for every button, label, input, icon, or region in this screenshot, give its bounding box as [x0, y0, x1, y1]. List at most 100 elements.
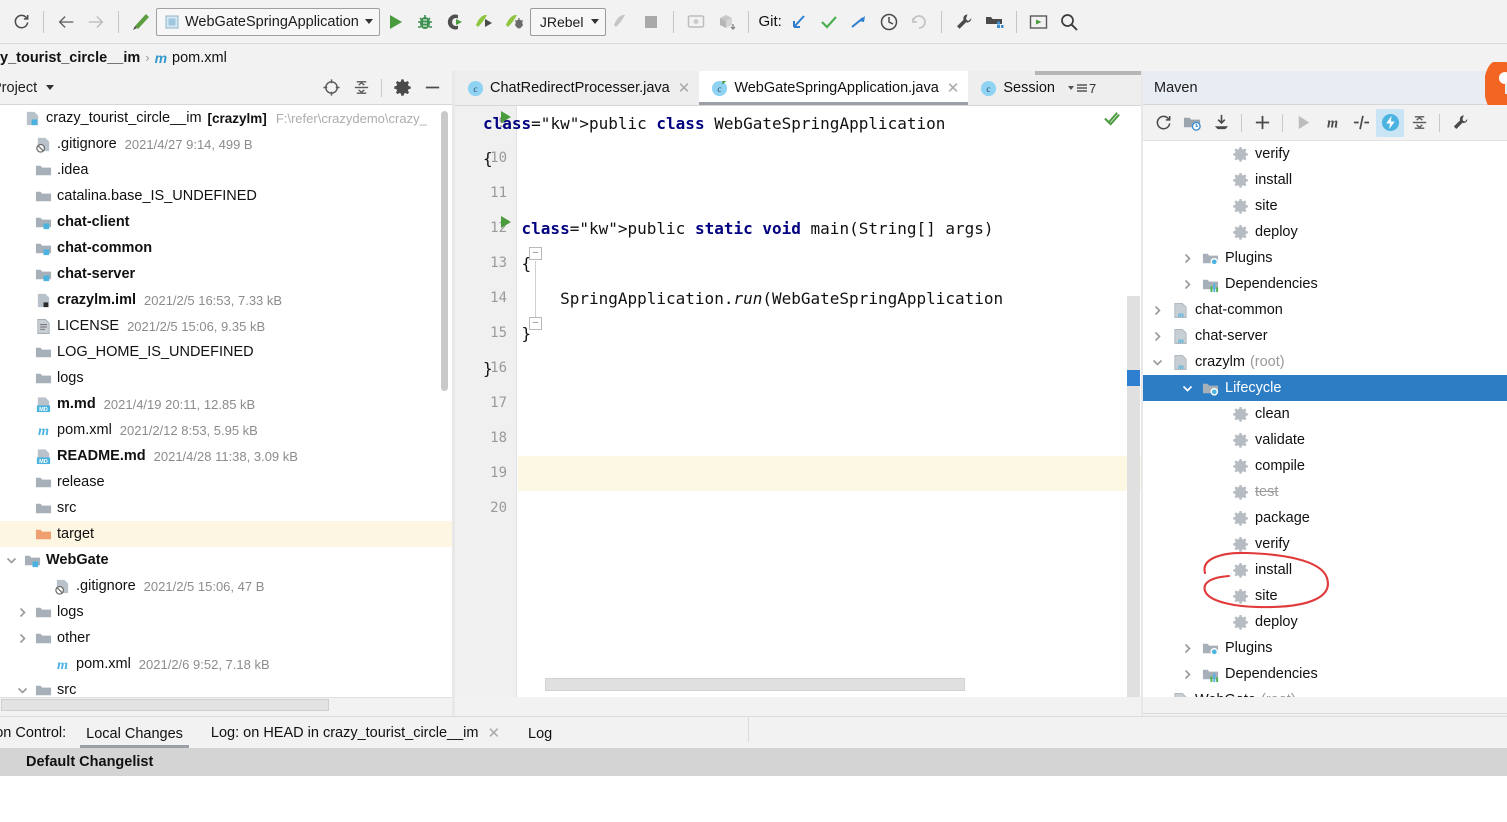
run-gutter-icon[interactable]: [501, 111, 511, 123]
editor-tab-webgatespringapplication[interactable]: c WebGateSpringApplication.java ✕: [699, 71, 969, 105]
maven-tree-item[interactable]: package: [1143, 505, 1507, 531]
jrebel-selector[interactable]: JRebel: [529, 7, 607, 36]
download-sources-icon[interactable]: [1207, 109, 1235, 137]
code-line[interactable]: class="kw">public static void main(Strin…: [483, 211, 994, 246]
project-panel-title[interactable]: Project: [0, 80, 37, 96]
project-structure-icon[interactable]: [979, 7, 1009, 37]
minimize-icon[interactable]: [418, 74, 446, 102]
maven-settings-icon[interactable]: [1446, 109, 1474, 137]
changelist-row[interactable]: Default Changelist: [0, 748, 1507, 776]
update-application-icon[interactable]: [681, 7, 711, 37]
tree-item[interactable]: LOG_HOME_IS_UNDEFINED: [0, 339, 452, 365]
tree-item[interactable]: chat-client: [0, 209, 452, 235]
maven-tree-item[interactable]: install: [1143, 167, 1507, 193]
tree-item[interactable]: target: [0, 521, 452, 547]
project-tree-horizontal-scrollbar[interactable]: [0, 697, 452, 712]
code-line[interactable]: }: [483, 351, 493, 386]
jrebel-run-icon[interactable]: [470, 7, 500, 37]
chevron-right-icon[interactable]: [1175, 643, 1199, 654]
code-line[interactable]: }: [483, 316, 532, 351]
fold-close-icon[interactable]: −: [529, 317, 542, 330]
tree-item[interactable]: chat-server: [0, 261, 452, 287]
chevron-down-icon[interactable]: [11, 685, 33, 696]
collapse-all-icon[interactable]: [1405, 109, 1433, 137]
close-icon[interactable]: ✕: [947, 79, 960, 97]
wrench-settings-icon[interactable]: [949, 7, 979, 37]
vcs-tab-local-changes[interactable]: Local Changes: [72, 726, 197, 748]
debug-icon[interactable]: [410, 7, 440, 37]
code-line[interactable]: SpringApplication.run(WebGateSpringAppli…: [483, 281, 1003, 316]
stop-icon[interactable]: [636, 7, 666, 37]
maven-tree-item[interactable]: clean: [1143, 401, 1507, 427]
scroll-thumb[interactable]: [1, 699, 329, 711]
close-icon[interactable]: ✕: [678, 79, 691, 97]
tree-item[interactable]: catalina.base_IS_UNDEFINED: [0, 183, 452, 209]
code-editor[interactable]: 9 10 11 12 13 14 15 16 17 18 19 20 class="kw">publi…: [455, 106, 1141, 697]
execute-maven-goal-icon[interactable]: m: [1318, 109, 1346, 137]
maven-tree-item[interactable]: validate: [1143, 427, 1507, 453]
add-maven-project-icon[interactable]: [1248, 109, 1276, 137]
chevron-right-icon[interactable]: [1145, 331, 1169, 342]
breadcrumb[interactable]: y_tourist_circle__im › m pom.xml: [0, 44, 452, 71]
tree-item[interactable]: crazy_tourist_circle__im [crazylm] F:\refe…: [0, 105, 452, 131]
toggle-skip-tests-icon[interactable]: [1376, 108, 1404, 137]
chevron-down-icon[interactable]: [1175, 383, 1199, 394]
maven-tree-item[interactable]: verify: [1143, 141, 1507, 167]
search-everywhere-icon[interactable]: [1054, 7, 1084, 37]
attach-profiler-icon[interactable]: [606, 7, 636, 37]
chevron-right-icon[interactable]: [11, 633, 33, 644]
tree-item[interactable]: logs: [0, 365, 452, 391]
inspections-ok-icon[interactable]: [1104, 110, 1121, 127]
chevron-down-icon[interactable]: [1145, 695, 1169, 698]
maven-tree-item[interactable]: deploy: [1143, 609, 1507, 635]
tree-item[interactable]: m pom.xml 2021/2/12 8:53, 5.95 kB: [0, 417, 452, 443]
code-line[interactable]: {: [483, 246, 532, 281]
chevron-down-icon[interactable]: [1145, 357, 1169, 368]
arrow-right-icon[interactable]: [81, 7, 111, 37]
maven-tree-item[interactable]: Plugins: [1143, 245, 1507, 271]
maven-tree-item[interactable]: install: [1143, 557, 1507, 583]
tree-item[interactable]: .gitignore 2021/4/27 9:14, 499 B: [0, 131, 452, 157]
maven-panel-title[interactable]: Maven: [1154, 80, 1198, 96]
chevron-right-icon[interactable]: [1175, 669, 1199, 680]
collapse-all-icon[interactable]: [347, 74, 375, 102]
maven-tree-item[interactable]: Plugins: [1143, 635, 1507, 661]
reimport-icon[interactable]: [1149, 109, 1177, 137]
maven-tree-item[interactable]: compile: [1143, 453, 1507, 479]
arrow-left-icon[interactable]: [51, 7, 81, 37]
git-update-project-icon[interactable]: [784, 7, 814, 37]
select-opened-file-icon[interactable]: [317, 74, 345, 102]
maven-tree-item[interactable]: Lifecycle: [1143, 375, 1507, 401]
tree-item[interactable]: .idea: [0, 157, 452, 183]
maven-tree-item[interactable]: m WebGate (root): [1143, 687, 1507, 697]
run-maven-build-icon[interactable]: [1289, 109, 1317, 137]
maven-tree-item[interactable]: m chat-server: [1143, 323, 1507, 349]
chevron-down-icon[interactable]: [0, 555, 22, 566]
toggle-offline-icon[interactable]: [1347, 109, 1375, 137]
gear-icon[interactable]: [388, 74, 416, 102]
git-push-icon[interactable]: [844, 7, 874, 37]
vcs-tab-log-head[interactable]: Log: on HEAD in crazy_tourist_circle__im…: [197, 724, 514, 748]
chevron-right-icon[interactable]: [1175, 253, 1199, 264]
run-configuration-selector[interactable]: WebGateSpringApplication: [156, 7, 380, 36]
tree-item[interactable]: m pom.xml 2021/2/6 9:52, 7.18 kB: [0, 651, 452, 677]
maven-tree-item[interactable]: m crazylm (root): [1143, 349, 1507, 375]
breadcrumb-file[interactable]: pom.xml: [172, 50, 227, 66]
tree-item[interactable]: MD README.md 2021/4/28 11:38, 3.09 kB: [0, 443, 452, 469]
build-icon[interactable]: [126, 7, 156, 37]
maven-tree-item[interactable]: test: [1143, 479, 1507, 505]
editor-tab-chatredirectprocesser[interactable]: c ChatRedirectProcesser.java ✕: [455, 71, 699, 105]
run-with-coverage-icon[interactable]: [440, 7, 470, 37]
generate-sources-icon[interactable]: [1178, 109, 1206, 137]
editor-horizontal-scrollbar[interactable]: [545, 678, 965, 691]
chevron-right-icon[interactable]: [1145, 305, 1169, 316]
presentation-mode-icon[interactable]: [1024, 7, 1054, 37]
tree-item[interactable]: LICENSE 2021/2/5 15:06, 9.35 kB: [0, 313, 452, 339]
rollback-icon[interactable]: [904, 7, 934, 37]
git-commit-icon[interactable]: [814, 7, 844, 37]
tree-item[interactable]: MD m.md 2021/4/19 20:11, 12.85 kB: [0, 391, 452, 417]
refresh-icon[interactable]: [6, 7, 36, 37]
vcs-tab-log[interactable]: Log: [514, 726, 566, 748]
tree-item[interactable]: src: [0, 677, 452, 697]
maven-tree-item[interactable]: m chat-common: [1143, 297, 1507, 323]
